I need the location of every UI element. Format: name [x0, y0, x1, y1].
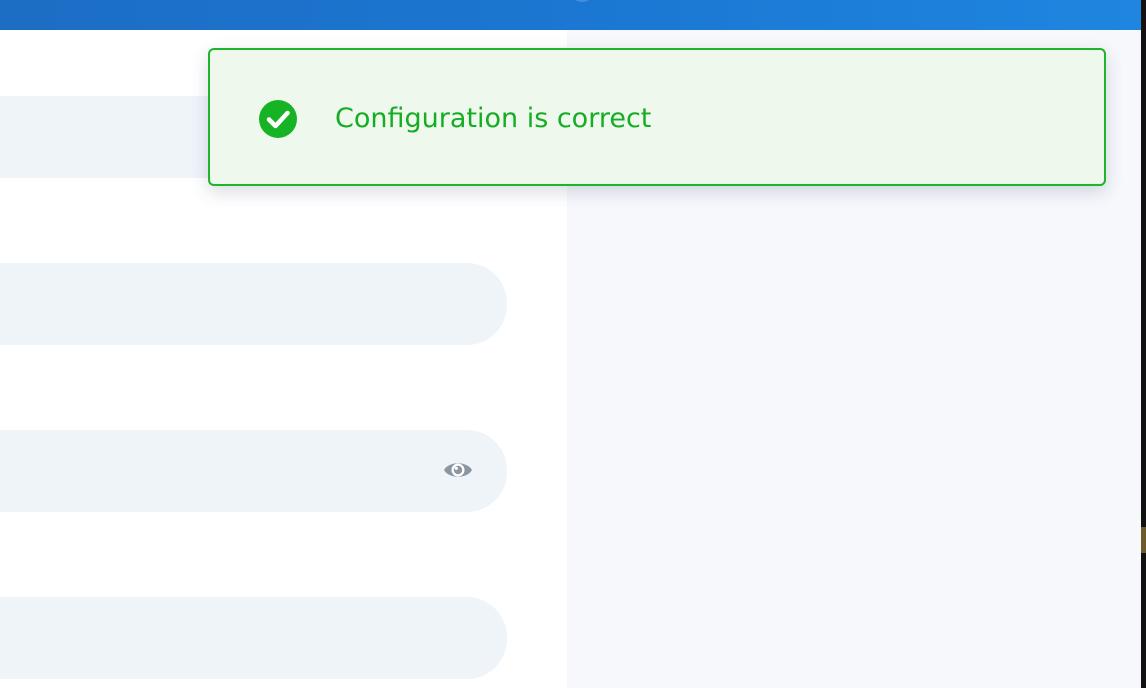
window-edge-marker: [1141, 527, 1146, 553]
check-circle-icon: [259, 100, 297, 138]
show-password-toggle[interactable]: [442, 457, 474, 483]
success-toast[interactable]: Configuration is correct: [208, 48, 1106, 186]
toast-message: Configuration is correct: [335, 103, 652, 134]
password-field[interactable]: [0, 430, 507, 512]
header-avatar-edge[interactable]: [568, 0, 596, 2]
header-bar: [0, 0, 1146, 30]
form-field-4[interactable]: [0, 597, 507, 679]
form-field-2[interactable]: [0, 263, 507, 345]
eye-icon: [444, 463, 472, 477]
app-window: Configuration is correct: [0, 0, 1146, 688]
window-edge: [1141, 0, 1146, 688]
